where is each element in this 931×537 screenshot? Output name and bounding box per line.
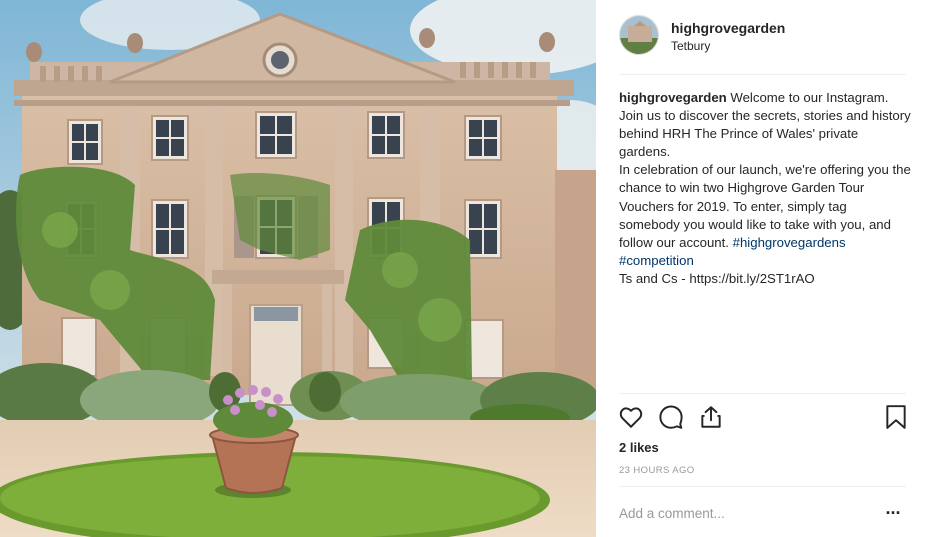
share-icon	[701, 406, 721, 428]
save-button[interactable]	[884, 404, 912, 432]
share-button[interactable]	[698, 404, 726, 432]
caption-body-paragraph: In celebration of our launch, we're offe…	[619, 161, 911, 270]
caption-username-link[interactable]: highgrovegarden	[619, 90, 727, 105]
like-button[interactable]	[618, 404, 646, 432]
username-link[interactable]: highgrovegarden	[671, 20, 785, 36]
post-photo[interactable]	[0, 0, 596, 537]
caption-terms-text: Ts and Cs - https://bit.ly/2ST1rAO	[619, 270, 815, 286]
comment-input[interactable]	[619, 503, 859, 523]
hashtag-link[interactable]: #highgrovegardens	[733, 235, 846, 250]
post-timestamp[interactable]: 23 HOURS AGO	[619, 465, 695, 476]
post-caption: highgrovegarden Welcome to our Instagram…	[619, 89, 911, 288]
divider	[619, 486, 906, 487]
post-details-panel: highgrovegarden Tetbury highgrovegarden …	[596, 0, 931, 537]
heart-icon	[619, 407, 643, 428]
post-header: highgrovegarden Tetbury	[619, 15, 906, 75]
likes-count[interactable]: 2 likes	[619, 440, 659, 455]
divider	[619, 393, 906, 394]
avatar[interactable]	[619, 15, 659, 55]
location-link[interactable]: Tetbury	[671, 39, 710, 53]
comment-bubble-icon	[659, 405, 683, 429]
caption-intro-paragraph: highgrovegarden Welcome to our Instagram…	[619, 89, 911, 161]
more-options-icon[interactable]: ...	[883, 499, 903, 521]
bookmark-icon	[886, 405, 906, 429]
comment-button[interactable]	[658, 404, 686, 432]
hashtag-link[interactable]: #competition	[619, 253, 694, 268]
